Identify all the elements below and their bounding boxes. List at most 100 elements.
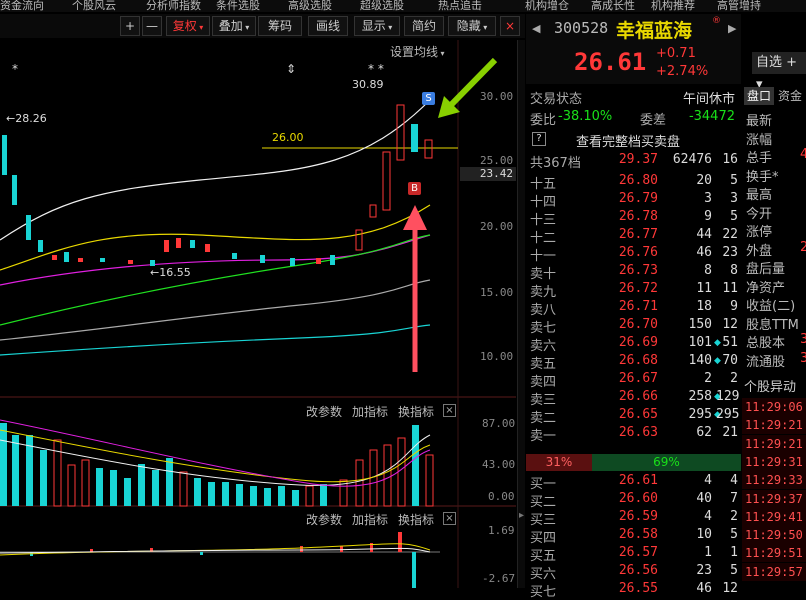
quote-label: 总股本 bbox=[746, 336, 786, 351]
ask-volume: 295 bbox=[688, 407, 712, 422]
anomaly-time[interactable]: 11:29:37 bbox=[742, 489, 806, 508]
bid-volume: 46 bbox=[696, 581, 712, 596]
ask-row[interactable]: 卖五 26.68 140 ◆ 70 bbox=[526, 353, 741, 372]
menu-item[interactable]: 机构增仓 bbox=[525, 0, 569, 12]
macd-change-indicator[interactable]: 换指标 bbox=[398, 511, 434, 528]
menu-item[interactable]: 个股风云 bbox=[72, 0, 116, 12]
menu-item[interactable]: 资金流向 bbox=[0, 0, 44, 12]
ask-row[interactable]: 卖六 26.69 101 ◆ 51 bbox=[526, 335, 741, 354]
bid-row[interactable]: 买二 26.60 40 7 bbox=[526, 491, 741, 510]
bid-row[interactable]: 买六 26.56 23 5 bbox=[526, 563, 741, 582]
event-star[interactable]: * * bbox=[368, 62, 384, 76]
chips-button[interactable]: 筹码 bbox=[258, 16, 302, 36]
macd-modify-param[interactable]: 改参数 bbox=[306, 511, 342, 528]
anomaly-time[interactable]: 11:29:50 bbox=[742, 526, 806, 545]
trade-status-value: 午间休市 bbox=[682, 92, 735, 107]
ask-row[interactable]: 十三 26.78 9 5 bbox=[526, 209, 741, 228]
ask-volume: 44 bbox=[696, 227, 712, 242]
full-book-link[interactable]: 查看完整档买卖盘 bbox=[576, 131, 680, 150]
prev-stock-icon[interactable]: ◀ bbox=[532, 22, 540, 35]
fuquan-dropdown[interactable]: 复权 ▾ bbox=[166, 16, 210, 36]
chevron-down-icon: ▾ bbox=[480, 23, 488, 32]
ask-row[interactable]: 卖四 26.67 2 2 bbox=[526, 371, 741, 390]
chevron-down-icon: ▾ bbox=[196, 23, 204, 32]
hide-dropdown[interactable]: 隐藏 ▾ bbox=[448, 16, 496, 36]
quote-label: 收益(二) bbox=[746, 299, 796, 314]
ask-volume: 20 bbox=[696, 173, 712, 188]
menu-item[interactable]: 高管增持 bbox=[717, 0, 761, 12]
bid-row[interactable]: 买一 26.61 4 4 bbox=[526, 473, 741, 492]
ask-row[interactable]: 十四 26.79 3 3 bbox=[526, 191, 741, 210]
panel-splitter[interactable]: ▸ bbox=[517, 40, 525, 588]
close-icon[interactable]: × bbox=[443, 404, 456, 417]
menu-item[interactable]: 超级选股 bbox=[360, 0, 404, 12]
ask-row[interactable]: 十二 26.77 44 22 bbox=[526, 227, 741, 246]
buy-signal-badge[interactable]: B bbox=[408, 182, 421, 195]
anomaly-time[interactable]: 11:29:41 bbox=[742, 507, 806, 526]
vol-modify-param[interactable]: 改参数 bbox=[306, 403, 342, 420]
zoom-out-button[interactable]: — bbox=[142, 16, 162, 36]
ask-row[interactable]: 卖九 26.72 11 11 bbox=[526, 281, 741, 300]
bid-price: 26.57 bbox=[618, 545, 658, 560]
anomaly-time[interactable]: 11:29:51 bbox=[742, 544, 806, 563]
bid-row[interactable]: 买五 26.57 1 1 bbox=[526, 545, 741, 564]
event-star[interactable]: * bbox=[12, 62, 18, 76]
anomaly-time[interactable]: 11:29:57 bbox=[742, 562, 806, 581]
anomaly-time[interactable]: 11:29:21 bbox=[742, 416, 806, 435]
close-icon[interactable]: × bbox=[443, 512, 456, 525]
trade-status-label: 交易状态 bbox=[530, 92, 583, 107]
ask-row[interactable]: 卖二 26.65 295 ◆ 295 bbox=[526, 407, 741, 426]
bid-count: 1 bbox=[730, 545, 738, 560]
sell-signal-badge[interactable]: S bbox=[422, 92, 435, 105]
draw-line-button[interactable]: 画线 bbox=[308, 16, 348, 36]
tab-pankou[interactable]: 盘口 bbox=[744, 87, 774, 105]
bid-row[interactable]: 买四 26.58 10 5 bbox=[526, 527, 741, 546]
display-dropdown[interactable]: 显示 ▾ bbox=[354, 16, 400, 36]
quote-row: 流通股 3 bbox=[746, 351, 806, 370]
help-icon[interactable]: ? bbox=[532, 132, 546, 146]
zoom-in-button[interactable]: + bbox=[120, 16, 140, 36]
set-ma-button[interactable]: 设置均线 ▾ bbox=[390, 43, 445, 60]
menu-item[interactable]: 分析师指数 bbox=[146, 0, 201, 12]
ask-label: 卖九 bbox=[530, 285, 557, 300]
tab-funds[interactable]: 资金 bbox=[778, 87, 806, 105]
simple-button[interactable]: 简约 bbox=[404, 16, 444, 36]
ask-row[interactable]: 十五 26.80 20 5 bbox=[526, 173, 741, 192]
macd-add-indicator[interactable]: 加指标 bbox=[352, 511, 388, 528]
ask-row[interactable]: 卖八 26.71 18 9 bbox=[526, 299, 741, 318]
bid-row[interactable]: 买三 26.59 4 2 bbox=[526, 509, 741, 528]
anomaly-time[interactable]: 11:29:31 bbox=[742, 452, 806, 471]
anomaly-time[interactable]: 11:29:21 bbox=[742, 434, 806, 453]
ask-label: 卖七 bbox=[530, 321, 557, 336]
stock-code: 300528 bbox=[554, 19, 609, 37]
ask-row[interactable]: 卖三 26.66 258 ◆ 129 bbox=[526, 389, 741, 408]
vol-add-indicator[interactable]: 加指标 bbox=[352, 403, 388, 420]
overlay-dropdown[interactable]: 叠加 ▾ bbox=[212, 16, 256, 36]
anomaly-time[interactable]: 11:29:06 bbox=[742, 398, 806, 416]
menu-item[interactable]: 高成长性 bbox=[591, 0, 635, 12]
vol-change-indicator[interactable]: 换指标 bbox=[398, 403, 434, 420]
full-book-row[interactable]: ? 查看完整档买卖盘 bbox=[526, 131, 741, 150]
kline-svg bbox=[0, 40, 516, 588]
ask-label: 卖六 bbox=[530, 339, 557, 354]
ask-row[interactable]: 十一 26.76 46 23 bbox=[526, 245, 741, 264]
ask-row[interactable]: 卖七 26.70 150 12 bbox=[526, 317, 741, 336]
add-watchlist-button[interactable]: 自选 + ▾ bbox=[752, 52, 806, 92]
top-menu: 资金流向 个股风云 分析师指数 条件选股 高级选股 超级选股 热点追击 bbox=[0, 0, 525, 12]
kline-chart[interactable]: 设置均线 ▾ * ⇕ * * 30.89 ←28.26 26.00 ←16.55… bbox=[0, 40, 516, 588]
close-chart-button[interactable]: × bbox=[500, 16, 520, 36]
bid-row[interactable]: 买七 26.55 46 12 bbox=[526, 581, 741, 600]
event-arrow[interactable]: ⇕ bbox=[286, 62, 296, 76]
ask-price: 26.63 bbox=[618, 425, 658, 440]
menu-item[interactable]: 机构推荐 bbox=[651, 0, 695, 12]
next-stock-icon[interactable]: ▶ bbox=[728, 22, 736, 35]
menu-item[interactable]: 热点追击 bbox=[438, 0, 482, 12]
menu-item[interactable]: 高级选股 bbox=[288, 0, 332, 12]
ask-row[interactable]: 卖十 26.73 8 8 bbox=[526, 263, 741, 282]
ask-count: 21 bbox=[722, 425, 738, 440]
total-levels-row: 共367档 29.37 62476 16 bbox=[526, 152, 741, 171]
anomaly-time[interactable]: 11:29:33 bbox=[742, 471, 806, 490]
ask-row[interactable]: 卖一 26.63 62 21 bbox=[526, 425, 741, 444]
bid-label: 买三 bbox=[530, 513, 557, 528]
menu-item[interactable]: 条件选股 bbox=[216, 0, 260, 12]
